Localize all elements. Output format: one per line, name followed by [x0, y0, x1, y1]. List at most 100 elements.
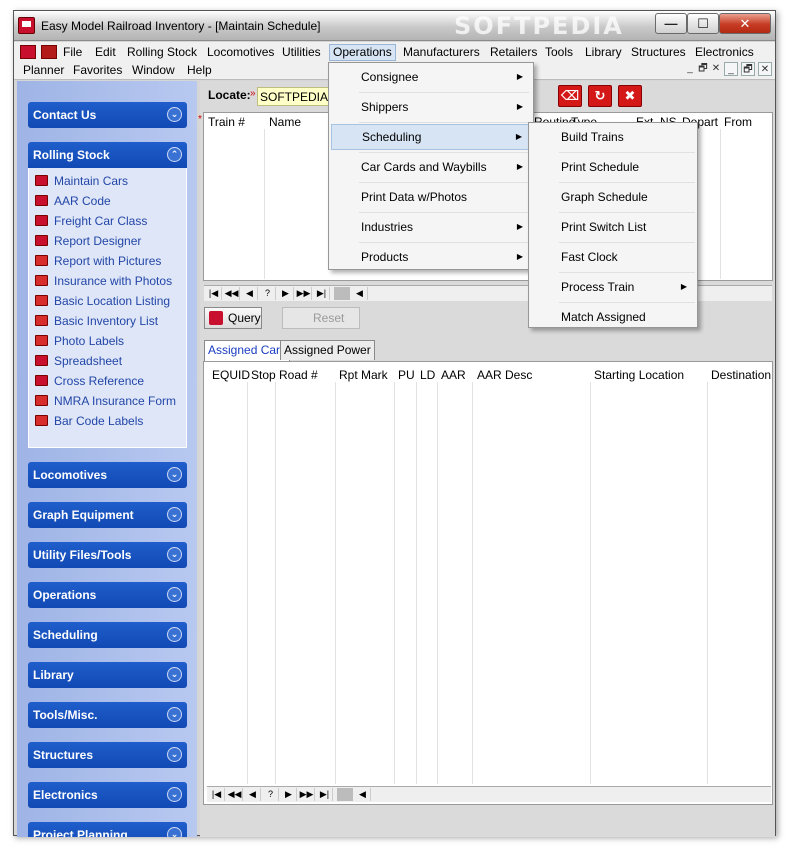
sidebar-section-operations[interactable]: Operations ⌄	[28, 582, 187, 608]
menu-item-process-train[interactable]: Process Train ▶	[531, 274, 695, 300]
sidebar-section-project-planning[interactable]: Project Planning ⌄	[28, 822, 187, 837]
chevron-down-icon[interactable]: ⌄	[167, 747, 182, 762]
scroll-left-button[interactable]: ◀	[352, 287, 368, 300]
sidebar-link-freight-car-class[interactable]: Freight Car Class	[35, 214, 147, 228]
refresh-button[interactable]: ↻	[588, 85, 612, 107]
scroll-left-button[interactable]: ◀	[355, 788, 371, 801]
last-record-button[interactable]: ▶|	[314, 287, 330, 300]
menu-help[interactable]: Help	[184, 62, 215, 79]
tab-assigned-cars[interactable]: Assigned Cars	[204, 340, 291, 361]
sidebar-link-basic-location-listing[interactable]: Basic Location Listing	[35, 294, 170, 308]
menu-item-print-switch-list[interactable]: Print Switch List	[531, 214, 695, 240]
mdi-child-icon[interactable]	[20, 45, 36, 59]
chevron-down-icon[interactable]: ⌄	[167, 547, 182, 562]
menu-tools[interactable]: Tools	[542, 44, 576, 61]
menu-item-fast-clock[interactable]: Fast Clock	[531, 244, 695, 270]
sidebar-link-bar-code-labels[interactable]: Bar Code Labels	[35, 414, 143, 428]
menu-rolling-stock[interactable]: Rolling Stock	[124, 44, 200, 61]
menu-operations[interactable]: Operations	[329, 44, 396, 61]
maximize-button[interactable]: ☐	[687, 13, 719, 34]
first-record-button[interactable]: |◀	[209, 788, 225, 801]
sidebar-link-spreadsheet[interactable]: Spreadsheet	[35, 354, 122, 368]
menu-item-print-data-photos[interactable]: Print Data w/Photos	[331, 184, 531, 210]
chevron-down-icon[interactable]: ⌄	[167, 787, 182, 802]
column-header[interactable]: Destination	[711, 368, 771, 382]
minimize-button[interactable]: —	[655, 13, 687, 34]
mdi-minimize-button[interactable]: _	[683, 62, 697, 76]
menu-item-match-assigned[interactable]: Match Assigned	[531, 304, 695, 330]
sidebar-section-contact-us[interactable]: Contact Us ⌄	[28, 102, 187, 128]
mdi-restore-button[interactable]: 🗗	[696, 62, 710, 76]
chevron-down-icon[interactable]: ⌄	[167, 707, 182, 722]
chevron-down-icon[interactable]: ⌄	[167, 667, 182, 682]
menu-electronics[interactable]: Electronics	[692, 44, 757, 61]
sidebar-section-tools-misc[interactable]: Tools/Misc. ⌄	[28, 702, 187, 728]
sidebar-link-basic-inventory-list[interactable]: Basic Inventory List	[35, 314, 158, 328]
sidebar-link-cross-reference[interactable]: Cross Reference	[35, 374, 144, 388]
eraser-button[interactable]: ⌫	[558, 85, 582, 107]
menu-structures[interactable]: Structures	[628, 44, 689, 61]
menu-edit[interactable]: Edit	[92, 44, 119, 61]
chevron-down-icon[interactable]: ⌄	[167, 507, 182, 522]
menu-library[interactable]: Library	[582, 44, 625, 61]
chevron-up-icon[interactable]: ⌃	[167, 147, 182, 162]
prev-page-button[interactable]: ◀◀	[224, 287, 240, 300]
find-record-button[interactable]: ?	[263, 788, 279, 801]
menu-planner[interactable]: Planner	[20, 62, 67, 79]
chevron-down-icon[interactable]: ⌄	[167, 467, 182, 482]
scrollbar-thumb[interactable]	[334, 287, 350, 300]
prev-page-button[interactable]: ◀◀	[227, 788, 243, 801]
mdi-save-icon[interactable]	[41, 45, 57, 59]
sidebar-link-insurance-with-photos[interactable]: Insurance with Photos	[35, 274, 172, 288]
tab-assigned-power[interactable]: Assigned Power	[280, 340, 375, 360]
menu-item-shippers[interactable]: Shippers ▶	[331, 94, 531, 120]
menu-utilities[interactable]: Utilities	[279, 44, 324, 61]
column-header[interactable]: AAR Desc	[477, 368, 532, 382]
sidebar-section-library[interactable]: Library ⌄	[28, 662, 187, 688]
menu-manufacturers[interactable]: Manufacturers	[400, 44, 483, 61]
prev-record-button[interactable]: ◀	[245, 788, 261, 801]
column-header[interactable]: LD	[420, 368, 435, 382]
column-header[interactable]: Road #	[279, 368, 318, 382]
menu-item-scheduling[interactable]: Scheduling ▶	[331, 124, 531, 150]
chevron-down-icon[interactable]: ⌄	[167, 587, 182, 602]
first-record-button[interactable]: |◀	[206, 287, 222, 300]
column-header[interactable]: PU	[398, 368, 415, 382]
menu-item-car-cards-waybills[interactable]: Car Cards and Waybills ▶	[331, 154, 531, 180]
column-header[interactable]: From	[724, 115, 752, 129]
next-record-button[interactable]: ▶	[278, 287, 294, 300]
prev-record-button[interactable]: ◀	[242, 287, 258, 300]
menu-retailers[interactable]: Retailers	[487, 44, 540, 61]
sidebar-link-aar-code[interactable]: AAR Code	[35, 194, 111, 208]
app-icon[interactable]	[18, 17, 35, 34]
menu-file[interactable]: File	[60, 44, 85, 61]
menu-item-consignee[interactable]: Consignee ▶	[331, 64, 531, 90]
next-page-button[interactable]: ▶▶	[296, 287, 312, 300]
sidebar-section-scheduling[interactable]: Scheduling ⌄	[28, 622, 187, 648]
sidebar-section-utility-files-tools[interactable]: Utility Files/Tools ⌄	[28, 542, 187, 568]
inner-close-button[interactable]: ✕	[758, 62, 772, 76]
menu-item-build-trains[interactable]: Build Trains	[531, 124, 695, 150]
mdi-close-button[interactable]: ✕	[709, 62, 723, 76]
scrollbar-thumb[interactable]	[337, 788, 353, 801]
close-button[interactable]: ✕	[719, 13, 771, 34]
menu-item-graph-schedule[interactable]: Graph Schedule	[531, 184, 695, 210]
next-record-button[interactable]: ▶	[281, 788, 297, 801]
column-header[interactable]: Name	[269, 115, 301, 129]
column-header[interactable]: Stop	[251, 368, 276, 382]
chevron-down-icon[interactable]: ⌄	[167, 107, 182, 122]
sidebar-link-photo-labels[interactable]: Photo Labels	[35, 334, 124, 348]
sidebar-section-graph-equipment[interactable]: Graph Equipment ⌄	[28, 502, 187, 528]
find-record-button[interactable]: ?	[260, 287, 276, 300]
query-button[interactable]: Query	[204, 307, 262, 329]
locate-input[interactable]	[257, 87, 332, 106]
last-record-button[interactable]: ▶|	[317, 788, 333, 801]
sidebar-section-structures[interactable]: Structures ⌄	[28, 742, 187, 768]
column-header[interactable]: Starting Location	[594, 368, 684, 382]
assigned-cars-grid[interactable]: EQUID Stop Road # Rpt Mark PU LD AAR AAR…	[203, 361, 773, 805]
menu-locomotives[interactable]: Locomotives	[204, 44, 277, 61]
tools-button[interactable]: ✖	[618, 85, 642, 107]
sidebar-section-locomotives[interactable]: Locomotives ⌄	[28, 462, 187, 488]
sidebar-section-rolling-stock[interactable]: Rolling Stock ⌃	[28, 142, 187, 168]
column-header[interactable]: Train #	[208, 115, 245, 129]
